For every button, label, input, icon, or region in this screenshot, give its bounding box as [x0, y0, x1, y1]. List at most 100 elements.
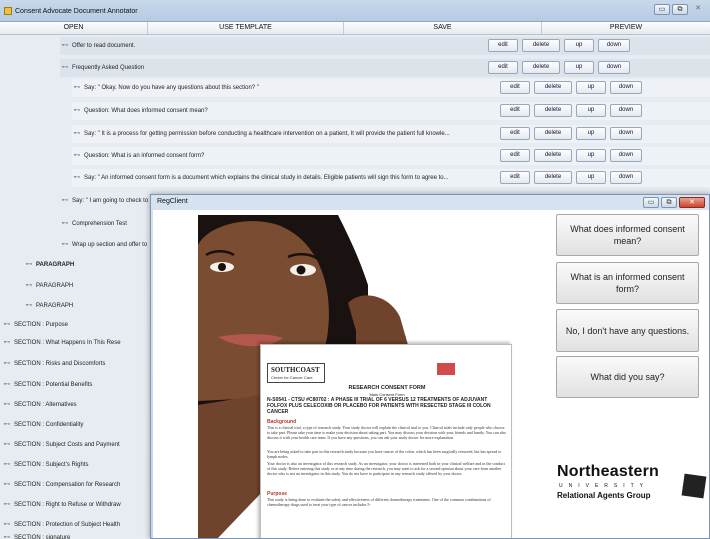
edit-button[interactable]: edit [488, 61, 518, 74]
tree-row[interactable]: ⊷ Wrap up section and offer to [60, 236, 150, 254]
tree-row[interactable]: ⊷ PARAGRAPH [24, 256, 150, 274]
tree-row-label: SECTION : Risks and Discomforts [14, 361, 106, 367]
tree-row[interactable]: ⊷ SECTION : Purpose [2, 316, 150, 334]
edit-button[interactable]: edit [500, 149, 530, 162]
up-button[interactable]: up [576, 149, 606, 162]
delete-button[interactable]: delete [534, 127, 572, 140]
drag-handle-icon[interactable]: ⊷ [2, 416, 12, 434]
drag-handle-icon[interactable]: ⊷ [72, 147, 82, 165]
drag-handle-icon[interactable]: ⊷ [24, 277, 34, 295]
delete-button[interactable]: delete [534, 149, 572, 162]
tree-row[interactable]: ⊷ Say: " I am going to check to [60, 192, 150, 210]
delete-button[interactable]: delete [534, 104, 572, 117]
delete-button[interactable]: delete [534, 81, 572, 94]
option-what-is-form[interactable]: What is an informed consent form? [556, 262, 699, 304]
drag-handle-icon[interactable]: ⊷ [2, 476, 12, 494]
drag-handle-icon[interactable]: ⊷ [2, 496, 12, 514]
window-title: Consent Advocate Document Annotator [15, 8, 138, 15]
down-button[interactable]: down [610, 81, 642, 94]
tree-row[interactable]: ⊷ SECTION : Alternatives [2, 396, 150, 414]
tree-row[interactable]: ⊷ SECTION : Right to Refuse or Withdraw [2, 496, 150, 514]
edit-button[interactable]: edit [500, 171, 530, 184]
tree-row[interactable]: ⊷ SECTION : What Happens In This Rese [2, 334, 150, 352]
drag-handle-icon[interactable]: ⊷ [72, 169, 82, 187]
option-what-did-you-say[interactable]: What did you say? [556, 356, 699, 398]
drag-handle-icon[interactable]: ⊷ [60, 37, 70, 55]
drag-handle-icon[interactable]: ⊷ [2, 436, 12, 454]
option-what-is-consent[interactable]: What does informed consent mean? [556, 214, 699, 256]
tree-row[interactable]: ⊷ SECTION : Confidentiality [2, 416, 150, 434]
down-button[interactable]: down [598, 39, 630, 52]
down-button[interactable]: down [610, 171, 642, 184]
close-button[interactable]: ✕ [690, 4, 706, 15]
drag-handle-icon[interactable]: ⊷ [2, 529, 12, 539]
option-no-questions[interactable]: No, I don't have any questions. [556, 309, 699, 352]
regclient-controls: ▭ ⧉ ✕ [643, 197, 705, 208]
down-button[interactable]: down [610, 149, 642, 162]
form-title: RESEARCH CONSENT FORM [348, 385, 426, 391]
relational-agents-icon [681, 473, 707, 499]
drag-handle-icon[interactable]: ⊷ [60, 215, 70, 233]
up-button[interactable]: up [564, 39, 594, 52]
tree-row[interactable]: ⊷ PARAGRAPH [24, 277, 150, 295]
edit-button[interactable]: edit [500, 104, 530, 117]
tree-row-label: SECTION : Compensation for Research [14, 482, 121, 488]
drag-handle-icon[interactable]: ⊷ [60, 192, 70, 210]
menu-preview[interactable]: PREVIEW [542, 22, 710, 34]
edit-button[interactable]: edit [500, 127, 530, 140]
drag-handle-icon[interactable]: ⊷ [2, 316, 12, 334]
restore-button[interactable]: ⧉ [672, 4, 688, 15]
row-actions: edit delete up down [500, 149, 642, 162]
drag-handle-icon[interactable]: ⊷ [60, 59, 70, 77]
drag-handle-icon[interactable]: ⊷ [2, 355, 12, 373]
tree-row[interactable]: ⊷ SECTION : Subject's Rights [2, 456, 150, 474]
tree-row[interactable]: ⊷ SECTION : Risks and Discomforts [2, 355, 150, 373]
tree-row[interactable]: ⊷ Comprehension Test [60, 215, 150, 233]
drag-handle-icon[interactable]: ⊷ [2, 376, 12, 394]
tree-row-label: SECTION : Purpose [14, 322, 69, 328]
delete-button[interactable]: delete [534, 171, 572, 184]
regclient-restore-button[interactable]: ⧉ [661, 197, 677, 208]
tree-row[interactable]: ⊷ Say: " Okay. Now do you have any quest… [72, 79, 710, 97]
regclient-close-button[interactable]: ✕ [679, 197, 705, 208]
delete-button[interactable]: delete [522, 61, 560, 74]
drag-handle-icon[interactable]: ⊷ [2, 396, 12, 414]
tree-row[interactable]: ⊷ SECTION : Compensation for Research [2, 476, 150, 494]
tree-row[interactable]: ⊷ Question: What is an informed consent … [72, 147, 710, 165]
menu-use-template[interactable]: USE TEMPLATE [148, 22, 344, 34]
delete-button[interactable]: delete [522, 39, 560, 52]
down-button[interactable]: down [598, 61, 630, 74]
window-titlebar: Consent Advocate Document Annotator ▭ ⧉ … [0, 0, 710, 22]
tree-row[interactable]: ⊷ SECTION : Subject Costs and Payment [2, 436, 150, 454]
down-button[interactable]: down [610, 127, 642, 140]
drag-handle-icon[interactable]: ⊷ [60, 236, 70, 254]
tree-row[interactable]: ⊷ Frequently Asked Question edit delete … [60, 59, 710, 77]
edit-button[interactable]: edit [488, 39, 518, 52]
drag-handle-icon[interactable]: ⊷ [24, 256, 34, 274]
drag-handle-icon[interactable]: ⊷ [2, 456, 12, 474]
menu-open[interactable]: OPEN [0, 22, 148, 34]
up-button[interactable]: up [564, 61, 594, 74]
edit-button[interactable]: edit [500, 81, 530, 94]
tree-row[interactable]: ⊷ PARAGRAPH [24, 297, 150, 315]
up-button[interactable]: up [576, 127, 606, 140]
drag-handle-icon[interactable]: ⊷ [2, 334, 12, 352]
down-button[interactable]: down [610, 104, 642, 117]
menu-save[interactable]: SAVE [344, 22, 542, 34]
regclient-title: RegClient [157, 198, 188, 205]
tree-row[interactable]: ⊷ SECTION : Potential Benefits [2, 376, 150, 394]
drag-handle-icon[interactable]: ⊷ [72, 102, 82, 120]
tree-row[interactable]: ⊷ Offer to read document. edit delete up… [60, 37, 710, 55]
regclient-minimize-button[interactable]: ▭ [643, 197, 659, 208]
tree-row[interactable]: ⊷ Question: What does informed consent m… [72, 102, 710, 120]
tree-row[interactable]: ⊷ Say: " It is a process for getting per… [72, 125, 710, 143]
up-button[interactable]: up [576, 171, 606, 184]
up-button[interactable]: up [576, 104, 606, 117]
drag-handle-icon[interactable]: ⊷ [72, 125, 82, 143]
minimize-button[interactable]: ▭ [654, 4, 670, 15]
tree-row[interactable]: ⊷ SECTION : signature [2, 529, 150, 539]
up-button[interactable]: up [576, 81, 606, 94]
drag-handle-icon[interactable]: ⊷ [24, 297, 34, 315]
drag-handle-icon[interactable]: ⊷ [72, 79, 82, 97]
tree-row[interactable]: ⊷ Say: " An informed consent form is a d… [72, 169, 710, 187]
